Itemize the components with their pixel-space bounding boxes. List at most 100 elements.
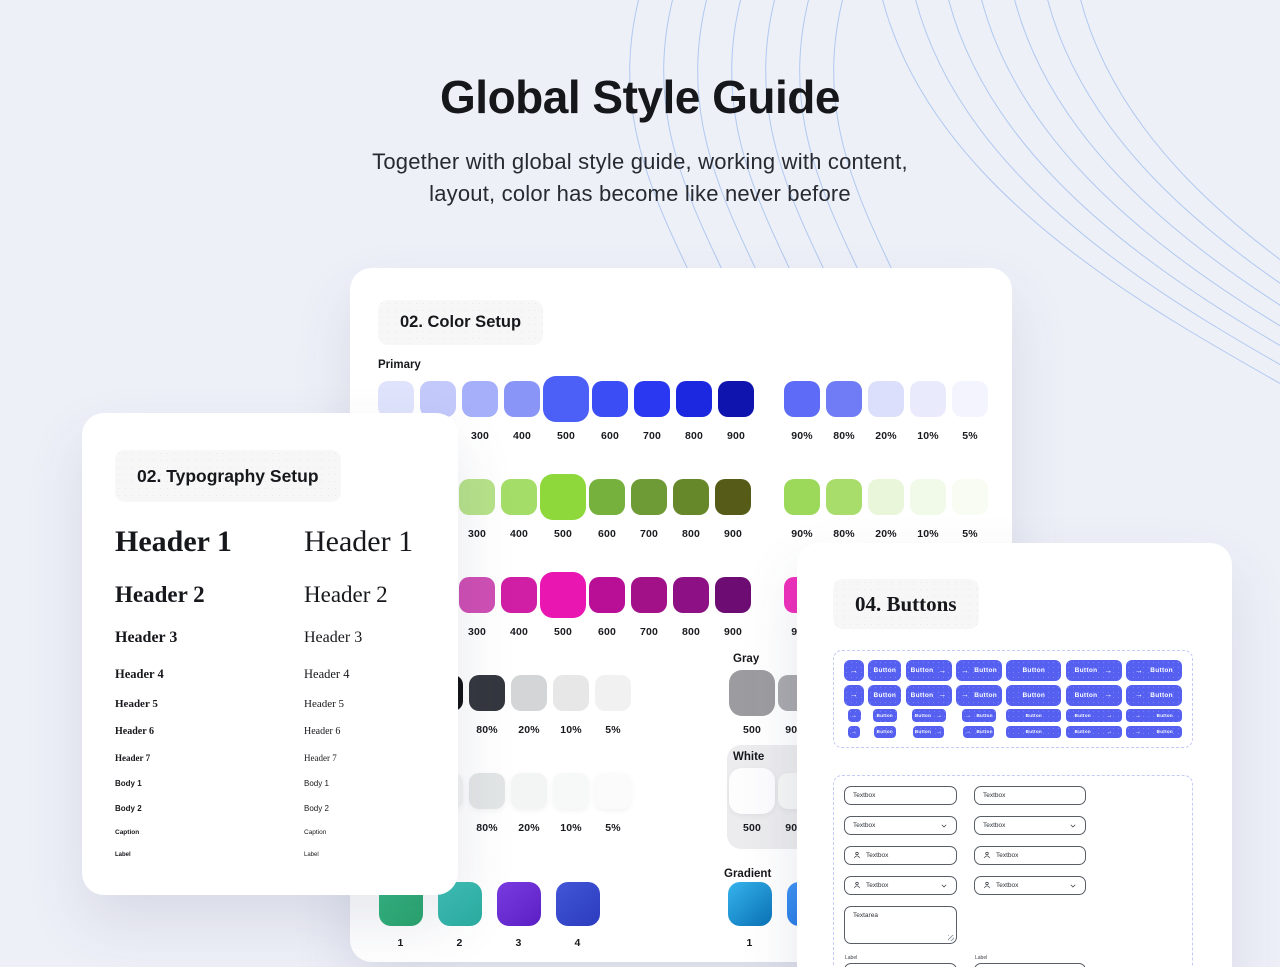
button-label: Button [976, 729, 992, 734]
swatch-column: 10% [907, 376, 949, 442]
swatch-wrap [553, 768, 589, 814]
sample-button-arrow-label-wide[interactable]: →Button [1126, 685, 1182, 706]
color-swatch [784, 381, 820, 417]
typography-specimen-caption-bold: Caption [115, 830, 139, 837]
swatch-wrap [540, 572, 586, 618]
swatch-column: 3 [489, 881, 548, 949]
button-label: Button [1026, 713, 1042, 718]
swatch-column: 5% [949, 376, 991, 442]
swatch-wrap [952, 376, 988, 422]
button-cell: → [844, 660, 864, 681]
typography-specimen-header-5-bold: Header 5 [115, 699, 158, 710]
typography-specimen-header-7-bold: Header 7 [115, 754, 150, 763]
color-swatch [469, 773, 505, 809]
textbox-input-select[interactable]: Textbox [974, 876, 1086, 895]
sample-button-label[interactable]: Button [874, 726, 896, 738]
swatch-wrap [910, 376, 946, 422]
swatch-wrap [501, 474, 537, 520]
color-swatch [501, 479, 537, 515]
sample-button-label-arrow-wide[interactable]: Button→ [1066, 685, 1122, 706]
sample-button-label-wide[interactable]: Button [1006, 726, 1061, 738]
textbox-input-select[interactable]: Textbox [844, 816, 957, 835]
sample-button-label-arrow-wide[interactable]: Button→ [1066, 726, 1122, 738]
sample-button-label-wide[interactable]: Button [1006, 660, 1061, 681]
swatch-label: 10% [560, 822, 582, 834]
color-swatch [729, 768, 775, 814]
swatch-wrap [469, 670, 505, 716]
sample-button-label[interactable]: Button [868, 685, 901, 706]
sample-button-label-wide[interactable]: Button [1006, 685, 1061, 706]
textbox-input[interactable]: Textbox [974, 963, 1086, 967]
sample-button-arrow-label[interactable]: →Button [956, 685, 1002, 706]
textbox-input[interactable]: Textbox [974, 846, 1086, 865]
typography-specimen-header-7-regular: Header 7 [304, 754, 337, 763]
button-cell: →Button [1126, 685, 1182, 706]
sample-button-label-arrow[interactable]: Button→ [912, 709, 946, 722]
arrow-right-icon: → [1106, 729, 1112, 735]
arrow-right-icon: → [850, 691, 858, 699]
sample-button-label-arrow-wide[interactable]: Button→ [1066, 709, 1122, 722]
textbox-input[interactable]: Textbox [844, 963, 957, 967]
textbox-input-select[interactable]: Textbox [974, 816, 1086, 835]
swatch-row-green_shades: 300400500600700800900 [456, 474, 754, 540]
sample-button-label[interactable]: Button [873, 709, 897, 722]
textbox-input[interactable]: Textbox [844, 846, 957, 865]
typography-specimen-header-3-regular: Header 3 [304, 630, 362, 646]
sample-button-icon[interactable]: → [844, 685, 864, 706]
swatch-label: 20% [518, 822, 540, 834]
sample-button-arrow-label-wide[interactable]: →Button [1126, 660, 1182, 681]
sample-button-arrow-label[interactable]: →Button [963, 726, 994, 738]
button-cell: Button→ [1066, 660, 1122, 681]
button-label: Button [915, 729, 931, 734]
swatch-wrap [826, 376, 862, 422]
sample-button-arrow-label-wide[interactable]: →Button [1126, 726, 1182, 738]
button-cell: Button→ [906, 660, 952, 681]
sample-button-arrow-label[interactable]: →Button [962, 709, 996, 722]
sample-button-icon[interactable]: → [844, 660, 864, 681]
arrow-right-icon: → [1104, 691, 1112, 699]
sample-button-label-arrow-wide[interactable]: Button→ [1066, 660, 1122, 681]
sample-button-label-arrow[interactable]: Button→ [906, 660, 952, 681]
swatch-column: 900 [715, 376, 757, 442]
sample-button-icon[interactable]: → [848, 709, 861, 722]
sample-button-label[interactable]: Button [868, 660, 901, 681]
button-label: Button [976, 713, 992, 718]
sample-button-arrow-label[interactable]: →Button [956, 660, 1002, 681]
swatch-row-blue_opacity: 90%80%20%10%5% [781, 376, 991, 442]
color-swatch [595, 773, 631, 809]
swatch-wrap [868, 376, 904, 422]
sample-button-label-arrow[interactable]: Button→ [906, 685, 952, 706]
button-cell: →Button [956, 685, 1002, 706]
swatch-column: 80% [466, 670, 508, 736]
chevron-down-icon [940, 882, 948, 890]
button-cell: Button [868, 709, 901, 722]
swatch-column: 300 [456, 572, 498, 638]
swatch-wrap [540, 474, 586, 520]
swatch-label: 400 [510, 528, 528, 540]
sample-button-label-wide[interactable]: Button [1006, 709, 1061, 722]
textbox-input[interactable]: Textbox [844, 786, 957, 805]
textbox-input[interactable]: Textbox [974, 786, 1086, 805]
swatch-wrap [728, 881, 772, 927]
subtitle-line-1: Together with global style guide, workin… [372, 149, 908, 174]
color-swatch [910, 479, 946, 515]
textbox-input-select[interactable]: Textbox [844, 876, 957, 895]
swatch-wrap [504, 376, 540, 422]
button-cell: →Button [1126, 660, 1182, 681]
button-label: Button [1075, 713, 1091, 718]
typography-specimen-body-1-regular: Body 1 [304, 780, 329, 788]
textarea-input[interactable]: Textarea [844, 906, 957, 944]
page: Global Style Guide Together with global … [0, 0, 1280, 967]
sample-button-label-arrow[interactable]: Button→ [913, 726, 944, 738]
button-cell: Button [1006, 685, 1061, 706]
button-cell: Button→ [1066, 709, 1122, 722]
sample-button-arrow-label-wide[interactable]: →Button [1126, 709, 1182, 722]
swatch-wrap [497, 881, 541, 927]
color-swatch [378, 381, 414, 417]
gray-section-label: Gray [733, 653, 759, 665]
swatch-label: 20% [875, 528, 897, 540]
swatch-wrap [631, 572, 667, 618]
swatch-label: 5% [605, 822, 621, 834]
sample-button-icon[interactable]: → [848, 726, 860, 738]
arrow-right-icon: → [850, 667, 858, 675]
